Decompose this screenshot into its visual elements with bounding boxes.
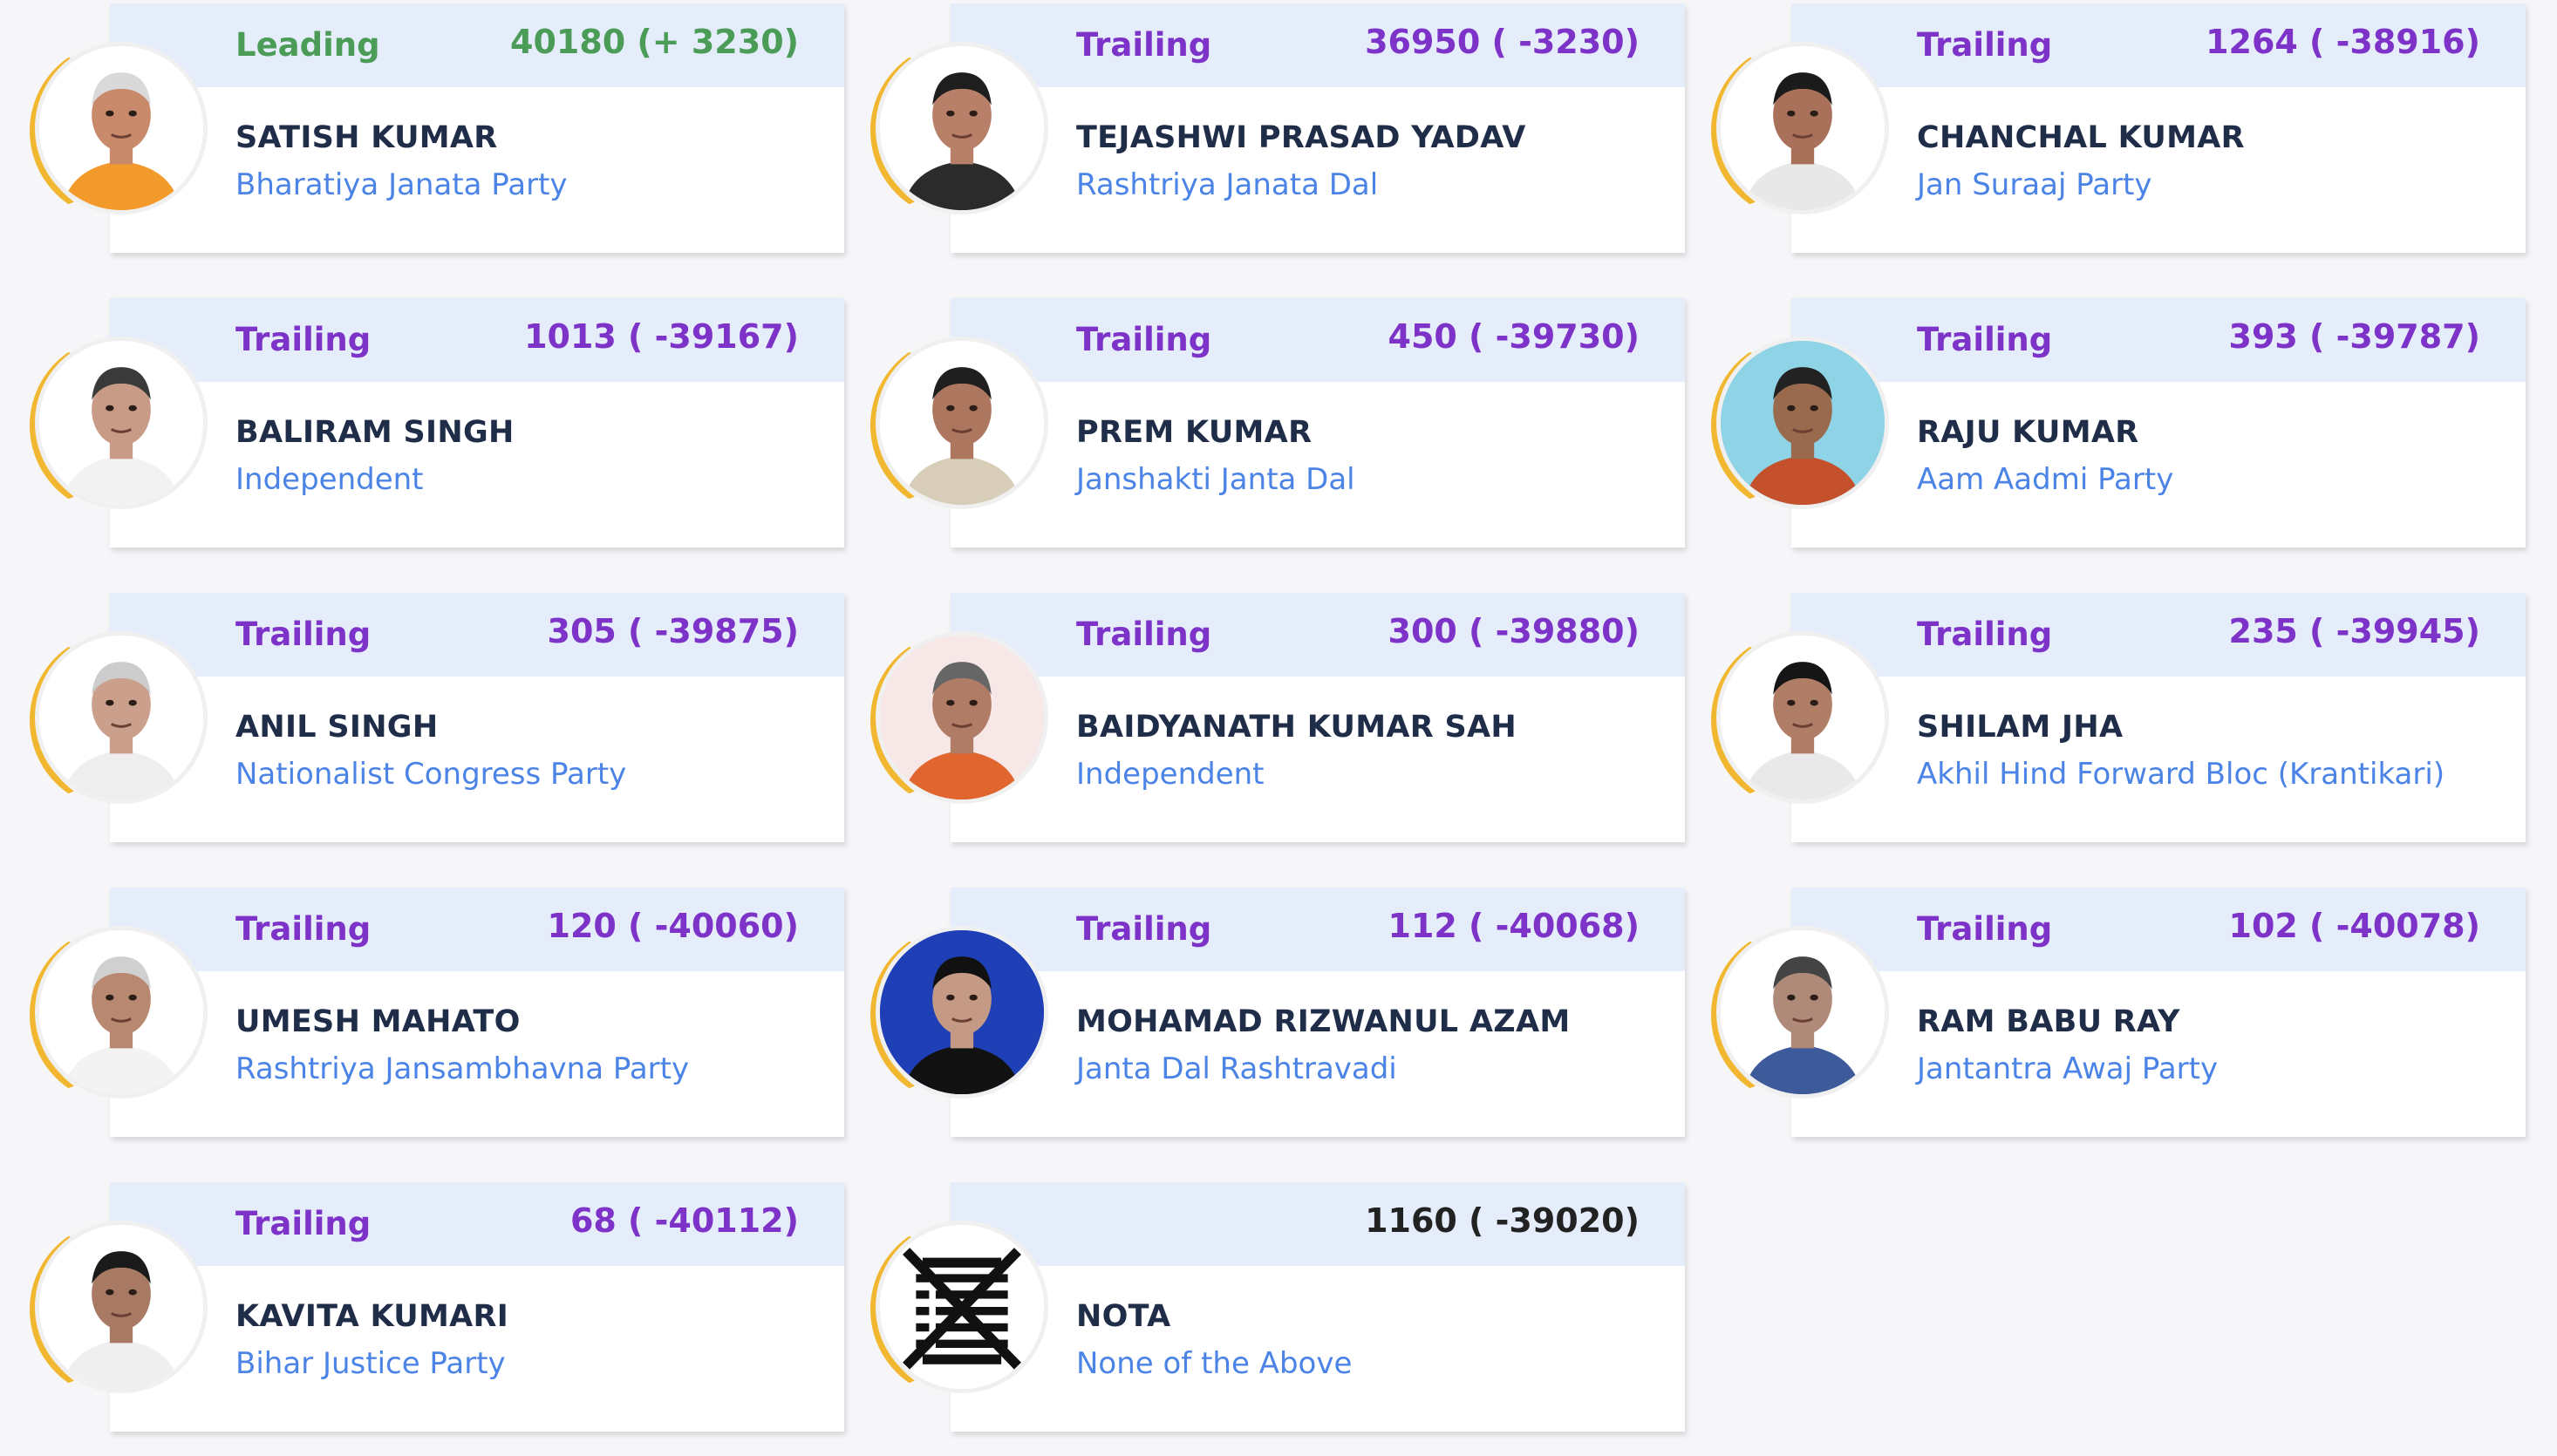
candidate-card-body: Trailing 450 ( -39730) PREM KUMAR Janshakti… (951, 298, 1685, 548)
candidate-votes: 1013 ( -39167) (524, 317, 799, 356)
candidate-party: Bihar Justice Party (235, 1346, 506, 1381)
candidate-photo (876, 926, 1048, 1099)
nota-symbol-icon (876, 1221, 1048, 1393)
candidate-card-body: Trailing 393 ( -39787) RAJU KUMAR Aam Aadmi… (1791, 298, 2526, 548)
candidate-card-tejashwi-prasad-yadav: Trailing 36950 ( -3230) TEJASHWI PRASAD YA… (870, 3, 1685, 253)
candidate-party: Nationalist Congress Party (235, 757, 627, 792)
candidate-name: RAM BABU RAY (1917, 1004, 2180, 1039)
candidate-card-raju-kumar: Trailing 393 ( -39787) RAJU KUMAR Aam Aadmi… (1711, 298, 2526, 548)
candidate-votes: 305 ( -39875) (547, 612, 800, 650)
candidate-name: SATISH KUMAR (235, 120, 498, 155)
candidate-name: ANIL SINGH (235, 710, 439, 745)
candidate-photo (35, 631, 208, 804)
candidate-card-nota: 1160 ( -39020) NOTA None of the Above (870, 1182, 1685, 1432)
candidate-photo (1716, 337, 1889, 509)
candidate-photo (35, 926, 208, 1099)
candidate-photo (35, 1221, 208, 1393)
candidate-status: Trailing (1917, 616, 2053, 653)
candidate-votes: 120 ( -40060) (547, 907, 800, 945)
candidate-votes: 112 ( -40068) (1388, 907, 1640, 945)
candidate-votes: 235 ( -39945) (2228, 612, 2481, 650)
candidate-card-baidyanath-kumar-sah: Trailing 300 ( -39880) BAIDYANATH KUMAR SA… (870, 593, 1685, 842)
candidate-name: TEJASHWI PRASAD YADAV (1076, 120, 1526, 155)
candidate-card-anil-singh: Trailing 305 ( -39875) ANIL SINGH Nationali… (30, 593, 844, 842)
candidate-card-body: Trailing 102 ( -40078) RAM BABU RAY Jantant… (1791, 888, 2526, 1137)
candidate-card-body: 1160 ( -39020) NOTA None of the Above (951, 1182, 1685, 1432)
candidate-name: BAIDYANATH KUMAR SAH (1076, 710, 1517, 745)
candidate-votes: 1264 ( -38916) (2206, 23, 2480, 61)
candidate-status: Trailing (235, 1205, 372, 1242)
candidate-card-ram-babu-ray: Trailing 102 ( -40078) RAM BABU RAY Jantant… (1711, 888, 2526, 1137)
candidate-status: Trailing (1076, 616, 1212, 653)
candidate-card-body: Trailing 120 ( -40060) UMESH MAHATO Rashtri… (110, 888, 844, 1137)
candidate-status: Trailing (1076, 910, 1212, 948)
candidate-card-baliram-singh: Trailing 1013 ( -39167) BALIRAM SINGH Indep… (30, 298, 844, 548)
candidate-name: PREM KUMAR (1076, 415, 1313, 450)
candidate-votes: 36950 ( -3230) (1365, 23, 1640, 61)
candidate-votes: 300 ( -39880) (1388, 612, 1640, 650)
candidate-photo (876, 631, 1048, 804)
candidate-results-grid: Leading 40180 (+ 3230) SATISH KUMAR Bharati… (0, 0, 2557, 1456)
candidate-votes: 68 ( -40112) (569, 1201, 799, 1240)
candidate-status: Leading (235, 26, 380, 64)
candidate-status: Trailing (1076, 26, 1212, 64)
candidate-name: UMESH MAHATO (235, 1004, 521, 1039)
candidate-card-body: Trailing 68 ( -40112) KAVITA KUMARI Bihar J… (110, 1182, 844, 1432)
candidate-name: MOHAMAD RIZWANUL AZAM (1076, 1004, 1571, 1039)
candidate-card-body: Trailing 1013 ( -39167) BALIRAM SINGH Indep… (110, 298, 844, 548)
candidate-photo (876, 42, 1048, 214)
candidate-party: None of the Above (1076, 1346, 1353, 1381)
candidate-name: SHILAM JHA (1917, 710, 2124, 745)
candidate-party: Jan Suraaj Party (1917, 167, 2152, 202)
candidate-votes: 102 ( -40078) (2228, 907, 2481, 945)
candidate-card-kavita-kumari: Trailing 68 ( -40112) KAVITA KUMARI Bihar J… (30, 1182, 844, 1432)
candidate-party: Aam Aadmi Party (1917, 462, 2174, 497)
candidate-votes: 393 ( -39787) (2228, 317, 2481, 356)
candidate-name: RAJU KUMAR (1917, 415, 2139, 450)
candidate-card-body: Trailing 1264 ( -38916) CHANCHAL KUMAR Jan … (1791, 3, 2526, 253)
candidate-card-body: Trailing 300 ( -39880) BAIDYANATH KUMAR SA… (951, 593, 1685, 842)
candidate-card-mohamad-rizwanul-azam: Trailing 112 ( -40068) MOHAMAD RIZWANUL AZ… (870, 888, 1685, 1137)
candidate-party: Rashtriya Janata Dal (1076, 167, 1379, 202)
candidate-status: Trailing (1917, 910, 2053, 948)
candidate-party: Akhil Hind Forward Bloc (Krantikari) (1917, 757, 2445, 792)
candidate-card-shilam-jha: Trailing 235 ( -39945) SHILAM JHA Akhil Hin… (1711, 593, 2526, 842)
candidate-card-body: Trailing 112 ( -40068) MOHAMAD RIZWANUL AZ… (951, 888, 1685, 1137)
candidate-card-prem-kumar: Trailing 450 ( -39730) PREM KUMAR Janshakti… (870, 298, 1685, 548)
candidate-party: Independent (1076, 757, 1265, 792)
candidate-votes: 1160 ( -39020) (1365, 1201, 1640, 1240)
candidate-card-body: Trailing 36950 ( -3230) TEJASHWI PRASAD YA… (951, 3, 1685, 253)
candidate-photo (35, 42, 208, 214)
candidate-status: Trailing (1917, 26, 2053, 64)
candidate-status: Trailing (235, 616, 372, 653)
candidate-card-body: Trailing 235 ( -39945) SHILAM JHA Akhil Hin… (1791, 593, 2526, 842)
candidate-name: KAVITA KUMARI (235, 1299, 509, 1334)
candidate-photo (1716, 926, 1889, 1099)
candidate-card-satish-kumar: Leading 40180 (+ 3230) SATISH KUMAR Bharati… (30, 3, 844, 253)
candidate-status: Trailing (1076, 321, 1212, 358)
candidate-status: Trailing (1917, 321, 2053, 358)
candidate-party: Independent (235, 462, 424, 497)
candidate-party: Rashtriya Jansambhavna Party (235, 1051, 690, 1086)
candidate-name: BALIRAM SINGH (235, 415, 515, 450)
candidate-photo (35, 337, 208, 509)
candidate-name: NOTA (1076, 1299, 1171, 1334)
candidate-votes: 450 ( -39730) (1388, 317, 1640, 356)
candidate-party: Janta Dal Rashtravadi (1076, 1051, 1397, 1086)
candidate-card-chanchal-kumar: Trailing 1264 ( -38916) CHANCHAL KUMAR Jan … (1711, 3, 2526, 253)
candidate-party: Bharatiya Janata Party (235, 167, 568, 202)
candidate-card-body: Leading 40180 (+ 3230) SATISH KUMAR Bharati… (110, 3, 844, 253)
candidate-party: Janshakti Janta Dal (1076, 462, 1355, 497)
candidate-photo (876, 337, 1048, 509)
candidate-party: Jantantra Awaj Party (1917, 1051, 2219, 1086)
candidate-name: CHANCHAL KUMAR (1917, 120, 2245, 155)
candidate-card-body: Trailing 305 ( -39875) ANIL SINGH Nationali… (110, 593, 844, 842)
candidate-votes: 40180 (+ 3230) (510, 23, 799, 61)
candidate-photo (1716, 631, 1889, 804)
candidate-card-umesh-mahato: Trailing 120 ( -40060) UMESH MAHATO Rashtri… (30, 888, 844, 1137)
candidate-status: Trailing (235, 321, 372, 358)
candidate-photo (1716, 42, 1889, 214)
candidate-status: Trailing (235, 910, 372, 948)
